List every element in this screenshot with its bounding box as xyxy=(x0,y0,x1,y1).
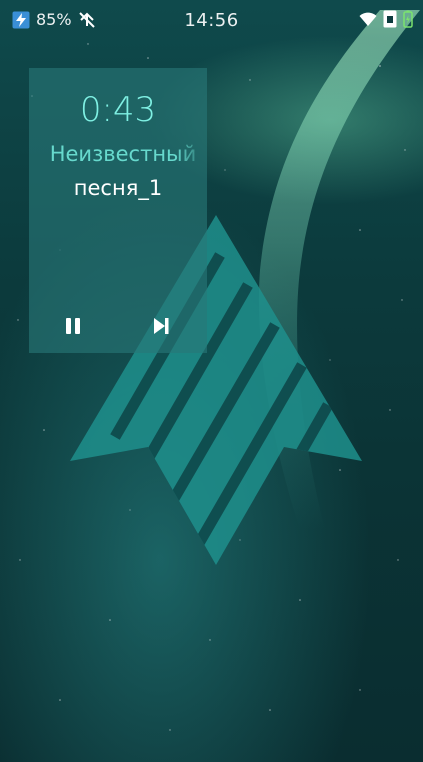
artist-name: Неизвестный xyxy=(49,142,197,166)
lock-screen: 85% 14:56 0:43 Неизвестный песня_1 xyxy=(0,0,423,762)
elapsed-time: 0:43 xyxy=(79,90,157,130)
track-title: песня_1 xyxy=(73,176,163,200)
playback-controls xyxy=(29,313,207,339)
status-right-group xyxy=(359,10,413,28)
media-player-widget: 0:43 Неизвестный песня_1 xyxy=(29,68,207,353)
wifi-icon xyxy=(359,11,377,27)
status-bar: 85% 14:56 xyxy=(0,0,423,38)
next-track-button[interactable] xyxy=(148,313,174,339)
pause-button[interactable] xyxy=(60,313,86,339)
sim-card-icon xyxy=(383,10,397,28)
pause-icon xyxy=(66,318,80,334)
battery-icon xyxy=(403,10,413,28)
skip-next-icon xyxy=(154,318,169,334)
